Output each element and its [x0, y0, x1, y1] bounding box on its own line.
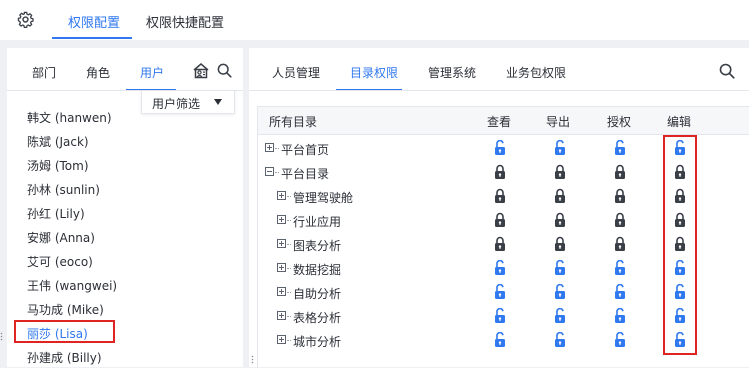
user-list-item[interactable]: 安娜 (Anna): [27, 229, 95, 246]
header-all-directories: 所有目录: [269, 115, 318, 129]
expand-icon[interactable]: [277, 191, 286, 200]
search-icon[interactable]: [719, 63, 735, 79]
directory-label: 图表分析: [293, 239, 342, 253]
directory-label: 表格分析: [293, 311, 342, 325]
user-list-panel: 部门 角色 用户 用户筛选 韩文 (hanwen) 陈斌 (Jack) 汤姆 (To…: [7, 48, 243, 367]
expand-icon[interactable]: [277, 263, 286, 272]
tab-personnel-management[interactable]: 人员管理: [272, 64, 320, 81]
user-list-item[interactable]: 汤姆 (Tom): [27, 157, 89, 174]
selected-user-highlight: [14, 320, 115, 343]
table-header: 所有目录 查看 导出 授权 编辑: [258, 107, 749, 135]
tree-connector: [287, 244, 291, 245]
expand-icon[interactable]: [265, 143, 274, 152]
resize-handle-icon[interactable]: [251, 355, 254, 365]
unlock-icon[interactable]: [614, 308, 626, 324]
expand-icon[interactable]: [277, 335, 286, 344]
lock-icon[interactable]: [554, 188, 566, 204]
directory-label: 数据挖掘: [293, 263, 342, 277]
lock-icon[interactable]: [614, 188, 626, 204]
lock-icon[interactable]: [614, 212, 626, 228]
unlock-icon[interactable]: [554, 140, 566, 156]
user-list-item[interactable]: 王伟 (wangwei): [27, 277, 117, 294]
unlock-icon[interactable]: [614, 260, 626, 276]
user-list-item[interactable]: 韩文 (hanwen): [27, 109, 112, 126]
tab-business-package-permission[interactable]: 业务包权限: [506, 64, 566, 81]
tree-connector: [275, 172, 279, 173]
unlock-icon[interactable]: [494, 140, 506, 156]
tree-connector: [287, 340, 291, 341]
lock-icon[interactable]: [494, 212, 506, 228]
header-view: 查看: [487, 115, 512, 129]
tab-user[interactable]: 用户: [140, 64, 164, 81]
unlock-icon[interactable]: [494, 332, 506, 348]
unlock-icon[interactable]: [494, 284, 506, 300]
directory-label: 平台首页: [281, 143, 330, 157]
user-list-item[interactable]: 孙林 (sunlin): [27, 181, 100, 198]
search-icon[interactable]: [217, 63, 232, 78]
directory-label: 平台目录: [281, 167, 330, 181]
gear-icon[interactable]: [17, 11, 34, 28]
user-list-item[interactable]: 孙建成 (Billy): [27, 349, 102, 366]
header-export: 导出: [546, 115, 571, 129]
expand-icon[interactable]: [277, 287, 286, 296]
lock-icon[interactable]: [554, 212, 566, 228]
tree-connector: [287, 196, 291, 197]
user-list-item[interactable]: 马功成 (Mike): [27, 301, 104, 318]
lock-icon[interactable]: [494, 236, 506, 252]
tab-management-system[interactable]: 管理系统: [428, 64, 476, 81]
lock-icon[interactable]: [494, 164, 506, 180]
unlock-icon[interactable]: [554, 284, 566, 300]
top-bar: 权限配置 权限快捷配置: [0, 0, 749, 40]
unlock-icon[interactable]: [554, 260, 566, 276]
lock-icon[interactable]: [614, 164, 626, 180]
expand-icon[interactable]: [277, 215, 286, 224]
add-user-icon[interactable]: [192, 62, 210, 79]
tree-connector: [287, 220, 291, 221]
expand-icon[interactable]: [277, 311, 286, 320]
user-list-item[interactable]: 陈斌 (Jack): [27, 133, 89, 150]
lock-icon[interactable]: [614, 236, 626, 252]
user-list-item[interactable]: 艾可 (eoco): [27, 253, 93, 270]
unlock-icon[interactable]: [614, 140, 626, 156]
resize-handle-icon[interactable]: [0, 332, 3, 342]
unlock-icon[interactable]: [614, 284, 626, 300]
divider: [249, 90, 749, 91]
user-list-item[interactable]: 孙红 (Lily): [27, 205, 85, 222]
unlock-icon[interactable]: [494, 260, 506, 276]
edit-column-highlight: [663, 135, 697, 355]
directory-label: 行业应用: [293, 215, 342, 229]
tree-connector: [275, 148, 279, 149]
tab-permission-config[interactable]: 权限配置: [68, 12, 120, 31]
tab-department[interactable]: 部门: [32, 64, 56, 81]
user-filter-label: 用户筛选: [152, 97, 201, 111]
collapse-icon[interactable]: [265, 167, 274, 176]
header-edit: 编辑: [667, 115, 692, 129]
directory-label: 管理驾驶舱: [293, 191, 354, 205]
tab-permission-quick-config[interactable]: 权限快捷配置: [146, 12, 224, 31]
directory-label: 自助分析: [293, 287, 342, 301]
unlock-icon[interactable]: [554, 308, 566, 324]
unlock-icon[interactable]: [614, 332, 626, 348]
tree-connector: [287, 316, 291, 317]
caret-down-icon: [214, 99, 222, 105]
permission-panel: 人员管理 目录权限 管理系统 业务包权限 所有目录 查看 导出 授权 编辑 平台…: [249, 48, 749, 368]
unlock-icon[interactable]: [494, 308, 506, 324]
user-filter-dropdown[interactable]: 用户筛选: [141, 90, 235, 114]
header-authorize: 授权: [607, 115, 632, 129]
lock-icon[interactable]: [554, 236, 566, 252]
unlock-icon[interactable]: [554, 332, 566, 348]
tab-directory-permission[interactable]: 目录权限: [350, 64, 398, 81]
expand-icon[interactable]: [277, 239, 286, 248]
lock-icon[interactable]: [554, 164, 566, 180]
tab-role[interactable]: 角色: [86, 64, 110, 81]
directory-label: 城市分析: [293, 335, 342, 349]
lock-icon[interactable]: [494, 188, 506, 204]
tree-connector: [287, 268, 291, 269]
tree-connector: [287, 292, 291, 293]
active-tab-indicator: [52, 37, 132, 39]
